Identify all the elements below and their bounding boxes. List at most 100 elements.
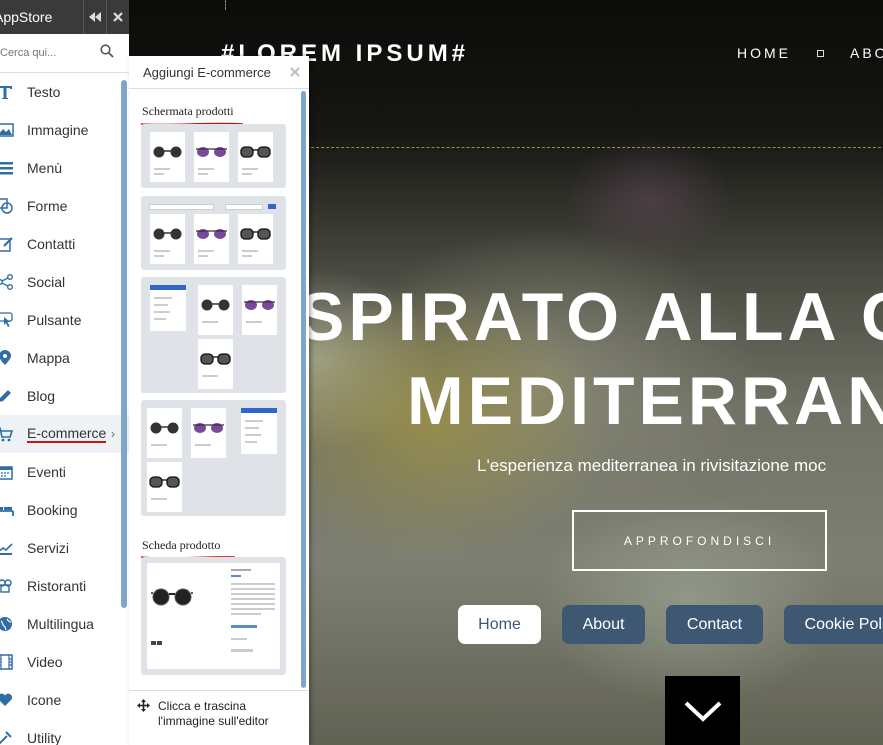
sidebar-item-contatti[interactable]: Contatti <box>0 225 129 263</box>
pill-contact-button[interactable]: Contact <box>666 605 763 644</box>
sidebar-item-label: Pulsante <box>27 312 82 328</box>
menu-icon <box>0 159 14 177</box>
pill-about-button[interactable]: About <box>562 605 645 644</box>
headline-line-2: MEDITERRAN <box>407 363 883 439</box>
collapse-button[interactable] <box>83 0 106 34</box>
template-product-grid-filter-right[interactable] <box>141 400 286 516</box>
search-input[interactable] <box>0 47 95 59</box>
text-line <box>242 255 252 257</box>
sidebar-item-label: Contatti <box>27 236 76 252</box>
appstore-header: AppStore <box>0 0 129 34</box>
text-icon <box>0 83 14 101</box>
sidebar-item-mappa[interactable]: Mappa <box>0 339 129 377</box>
sidebar-item-icone[interactable]: Icone <box>0 681 129 719</box>
services-icon <box>0 539 14 557</box>
sidebar-item-label: Booking <box>27 502 78 518</box>
cta-button[interactable]: APPROFONDISCI <box>572 510 827 571</box>
chevron-down-icon <box>684 701 721 722</box>
section-title-text: Schermata prodotti <box>142 104 234 118</box>
close-panel-button[interactable] <box>290 65 300 80</box>
sidebar-item-booking[interactable]: Booking <box>0 491 129 529</box>
price-line <box>231 575 241 577</box>
close-icon <box>290 67 300 77</box>
nav-item-about[interactable]: ABO <box>850 45 883 61</box>
text-line <box>151 444 167 446</box>
sidebar-item-ecommerce[interactable]: E-commerce › <box>0 415 129 453</box>
section-title-product-card: Scheda prodotto <box>140 538 236 559</box>
bed-icon <box>0 501 14 519</box>
nav-separator <box>817 49 824 57</box>
sidebar-item-pulsante[interactable]: Pulsante <box>0 301 129 339</box>
headline-line-1: SPIRATO ALLA C <box>299 279 883 355</box>
text-line <box>246 321 262 323</box>
mini-sort-bar <box>225 204 263 210</box>
mini-filter-box <box>241 408 277 454</box>
sunglasses-icon <box>196 147 227 157</box>
sidebar-item-menu[interactable]: Menù <box>0 149 129 187</box>
text-line <box>245 420 263 422</box>
sidebar-item-testo[interactable]: Testo <box>0 73 129 111</box>
text-line <box>202 375 218 377</box>
template-product-grid-1[interactable] <box>141 124 286 188</box>
template-product-detail[interactable] <box>141 557 286 675</box>
text-line <box>245 427 259 429</box>
text-line <box>231 583 275 585</box>
text-line <box>154 250 170 252</box>
template-product-grid-2[interactable] <box>141 196 286 270</box>
text-line <box>245 434 261 436</box>
appstore-search <box>0 34 129 73</box>
text-line <box>231 638 247 640</box>
product-card <box>150 132 185 182</box>
sidebar-scrollbar[interactable] <box>121 80 127 608</box>
sidebar-item-forme[interactable]: Forme <box>0 187 129 225</box>
sunglasses-icon <box>193 423 224 433</box>
appstore-title: AppStore <box>0 9 53 25</box>
sidebar-item-multilingua[interactable]: Multilingua <box>0 605 129 643</box>
sidebar-item-label: Multilingua <box>27 616 94 632</box>
appstore-sidebar: AppStore Testo Immagine Menù Forme <box>0 0 129 745</box>
pill-cookie-policy-button[interactable]: Cookie Polic <box>784 605 883 644</box>
pill-home-button[interactable]: Home <box>458 605 541 644</box>
sidebar-item-label: Mappa <box>27 350 70 366</box>
sidebar-item-immagine[interactable]: Immagine <box>0 111 129 149</box>
chef-icon <box>0 577 14 595</box>
calendar-icon <box>0 463 14 481</box>
image-icon <box>0 121 14 139</box>
panel-scrollbar[interactable] <box>301 91 306 688</box>
sidebar-item-label: Testo <box>27 84 61 100</box>
tools-icon <box>0 729 14 745</box>
text-line <box>198 255 208 257</box>
sidebar-item-servizi[interactable]: Servizi <box>0 529 129 567</box>
thumb-dot <box>151 641 156 645</box>
site-nav: HOME ABO <box>737 45 883 61</box>
sunglasses-icon <box>149 476 180 488</box>
mini-add-to-cart-button <box>231 625 257 628</box>
text-line <box>231 613 261 615</box>
sidebar-item-label: Social <box>27 274 66 290</box>
template-product-grid-filter-left[interactable] <box>141 277 286 393</box>
film-icon <box>0 653 14 671</box>
mini-button <box>268 204 276 209</box>
sidebar-item-label: Utility <box>27 730 62 745</box>
sidebar-item-blog[interactable]: Blog <box>0 377 129 415</box>
close-sidebar-button[interactable] <box>106 0 129 34</box>
sidebar-item-social[interactable]: Social <box>0 263 129 301</box>
product-card <box>150 214 185 264</box>
product-card <box>194 132 229 182</box>
sidebar-item-label: Immagine <box>27 122 89 138</box>
editor-guide-horizontal <box>281 147 883 148</box>
search-icon[interactable] <box>100 43 114 63</box>
scroll-down-button[interactable] <box>665 676 740 745</box>
chevron-right-icon: › <box>111 427 115 441</box>
close-icon <box>113 12 123 22</box>
text-line <box>198 173 208 175</box>
sidebar-item-ristoranti[interactable]: Ristoranti <box>0 567 129 605</box>
sidebar-item-video[interactable]: Video <box>0 643 129 681</box>
nav-item-home[interactable]: HOME <box>737 45 791 61</box>
sidebar-item-eventi[interactable]: Eventi <box>0 453 129 491</box>
product-card <box>147 462 182 512</box>
text-line <box>242 250 258 252</box>
heart-icon <box>0 691 14 709</box>
text-line <box>231 603 275 605</box>
sidebar-item-utility[interactable]: Utility <box>0 719 129 745</box>
